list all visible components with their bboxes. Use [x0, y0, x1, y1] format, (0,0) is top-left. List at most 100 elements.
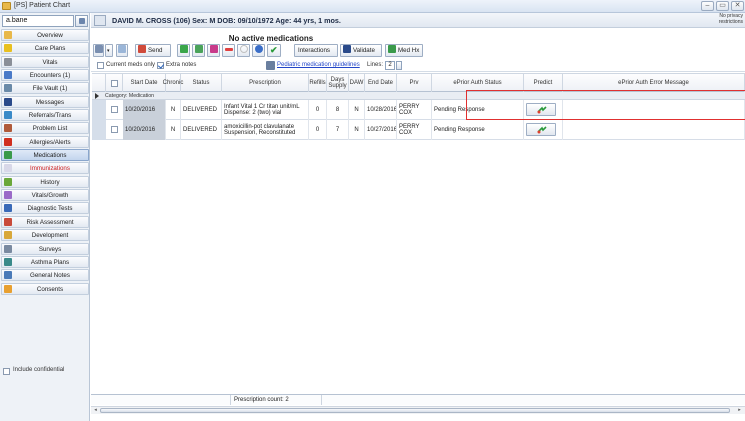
horizontal-scrollbar[interactable]: ◂ ▸	[91, 406, 745, 414]
sidebar-item-referrals-trans[interactable]: Referrals/Trans	[1, 109, 89, 122]
guidelines-icon	[266, 61, 275, 70]
row-selector[interactable]	[92, 100, 106, 120]
include-confidential-checkbox[interactable]	[3, 368, 10, 375]
review-button[interactable]: ✔	[267, 44, 281, 57]
cell-status: DELIVERED	[181, 100, 222, 120]
chevron-down-icon: ▾	[107, 48, 110, 54]
predict-button[interactable]	[526, 123, 556, 136]
pencil-icon	[209, 45, 218, 53]
column-header-status[interactable]: Status	[181, 74, 222, 92]
history-icon	[4, 177, 12, 186]
column-header-prescription[interactable]: Prescription	[222, 74, 309, 92]
select-all-checkbox[interactable]	[110, 79, 118, 87]
category-label: Category: Medication	[105, 93, 155, 99]
cell-end-date: 10/28/2016	[365, 100, 397, 120]
refresh-button[interactable]	[116, 44, 128, 57]
interactions-button[interactable]: Interactions	[294, 44, 338, 57]
close-button[interactable]: ✕	[731, 1, 744, 11]
sidebar-item-development[interactable]: Development	[1, 229, 89, 242]
sidebar-item-overview[interactable]: Overview	[1, 29, 89, 41]
sidebar-item-surveys[interactable]: Surveys	[1, 242, 89, 255]
sidebar-item-file-vault-1[interactable]: File Vault (1)	[1, 82, 89, 95]
add-medication-button[interactable]	[177, 44, 190, 57]
print-menu-button[interactable]: ▾	[105, 44, 113, 57]
print-button[interactable]	[93, 44, 104, 57]
category-group-row[interactable]: Category: Medication	[92, 92, 745, 100]
consent-icon	[4, 284, 12, 293]
row-selector[interactable]	[92, 120, 106, 140]
lines-input[interactable]: 2	[385, 61, 395, 70]
maximize-button[interactable]: ▭	[716, 1, 729, 11]
current-meds-only-label: Current meds only	[106, 62, 156, 68]
sidebar-item-vitals-growth[interactable]: Vitals/Growth	[1, 189, 89, 202]
development-icon	[4, 231, 12, 240]
table-row[interactable]: 10/20/2016 N DELIVERED Infant Vital 1 Cr ti…	[92, 100, 745, 120]
checkmark-icon: ✔	[270, 45, 278, 55]
sidebar-item-immunizations[interactable]: Immunizations	[1, 162, 89, 175]
sidebar-item-vitals[interactable]: Vitals	[1, 55, 89, 68]
cell-eprior-auth-error-message	[563, 100, 745, 120]
cell-start-date: 10/20/2016	[123, 100, 166, 120]
sidebar-item-history[interactable]: History	[1, 175, 89, 188]
sidebar-item-consents[interactable]: Consents	[1, 282, 89, 295]
lines-spinner-button[interactable]	[396, 61, 402, 70]
predict-button[interactable]	[526, 103, 556, 116]
sidebar-item-problem-list[interactable]: Problem List	[1, 122, 89, 135]
column-header-prv[interactable]: Prv	[397, 74, 432, 92]
sidebar-item-diagnostic-tests[interactable]: Diagnostic Tests	[1, 202, 89, 215]
extra-notes-checkbox[interactable]	[157, 62, 164, 69]
column-header-predict[interactable]: Predict	[524, 74, 563, 92]
row-checkbox[interactable]	[111, 106, 118, 113]
validate-icon	[343, 45, 351, 53]
sidebar-item-asthma-plans[interactable]: Asthma Plans	[1, 255, 89, 268]
medhx-button[interactable]: Med Hx	[385, 44, 423, 57]
column-header-chronic[interactable]: Chronic	[163, 74, 183, 92]
send-button[interactable]: Send	[135, 44, 171, 57]
pediatric-guidelines-link[interactable]: Pediatric medication guidelines	[277, 62, 360, 68]
remove-medication-button[interactable]	[222, 44, 235, 57]
column-header-days-supply[interactable]: Days Supply	[327, 74, 349, 92]
column-header-refills[interactable]: Refills	[309, 74, 327, 92]
minimize-button[interactable]: –	[701, 1, 714, 11]
sidebar-item-general-notes[interactable]: General Notes	[1, 269, 89, 282]
discontinue-icon	[239, 45, 248, 53]
problem-list-icon	[4, 124, 12, 133]
cell-predict	[524, 120, 563, 140]
validate-button[interactable]: Validate	[340, 44, 382, 57]
sidebar-item-care-plans[interactable]: Care Plans	[1, 42, 89, 55]
copy-medication-button[interactable]	[192, 44, 205, 57]
sidebar-item-medications[interactable]: Medications	[1, 149, 89, 162]
patient-card-icon	[94, 15, 106, 26]
sidebar-item-encounters-1[interactable]: Encounters (1)	[1, 69, 89, 82]
formulary-button[interactable]	[252, 44, 265, 57]
discontinue-button[interactable]	[237, 44, 250, 57]
cell-prescription: amoxicillin-pot clavulanate Suspension, …	[222, 120, 309, 140]
grid-header: Start Date Chronic Status Prescription Refil…	[92, 73, 745, 92]
table-row[interactable]: 10/20/2016 N DELIVERED amoxicillin-pot clav…	[92, 120, 745, 140]
cell-daw: N	[349, 100, 365, 120]
column-header-daw[interactable]: DAW	[349, 74, 365, 92]
plus-icon	[179, 45, 188, 53]
column-header-eprior-auth-error-message[interactable]: ePrior Auth Error Message	[563, 74, 745, 92]
scroll-right-icon[interactable]: ▸	[736, 408, 743, 413]
column-header-eprior-auth-status[interactable]: ePrior Auth Status	[432, 74, 524, 92]
expand-arrow-icon[interactable]	[95, 93, 99, 99]
medications-panel: DAVID M. CROSS (106) Sex: M DOB: 09/10/1…	[91, 13, 745, 421]
sidebar-item-risk-assessment[interactable]: Risk Assessment	[1, 215, 89, 228]
edit-medication-button[interactable]	[207, 44, 220, 57]
row-checkbox[interactable]	[111, 126, 118, 133]
column-header-end-date[interactable]: End Date	[365, 74, 397, 92]
select-all-header[interactable]	[106, 74, 123, 92]
scrollbar-thumb[interactable]	[100, 408, 730, 413]
vitals-icon	[4, 57, 12, 66]
growth-icon	[4, 191, 12, 200]
sidebar-item-allergies-alerts[interactable]: Allergies/Alerts	[1, 135, 89, 148]
scroll-left-icon[interactable]: ◂	[92, 408, 99, 413]
patient-search-input[interactable]: a.bane	[2, 15, 74, 27]
column-header-start-date[interactable]: Start Date	[123, 74, 166, 92]
sidebar-item-label: Messages	[35, 98, 65, 106]
current-meds-only-checkbox[interactable]	[97, 62, 104, 69]
sidebar-item-messages[interactable]: Messages	[1, 95, 89, 108]
sidebar-item-label: History	[40, 178, 60, 186]
patient-lookup-button[interactable]	[75, 15, 88, 27]
